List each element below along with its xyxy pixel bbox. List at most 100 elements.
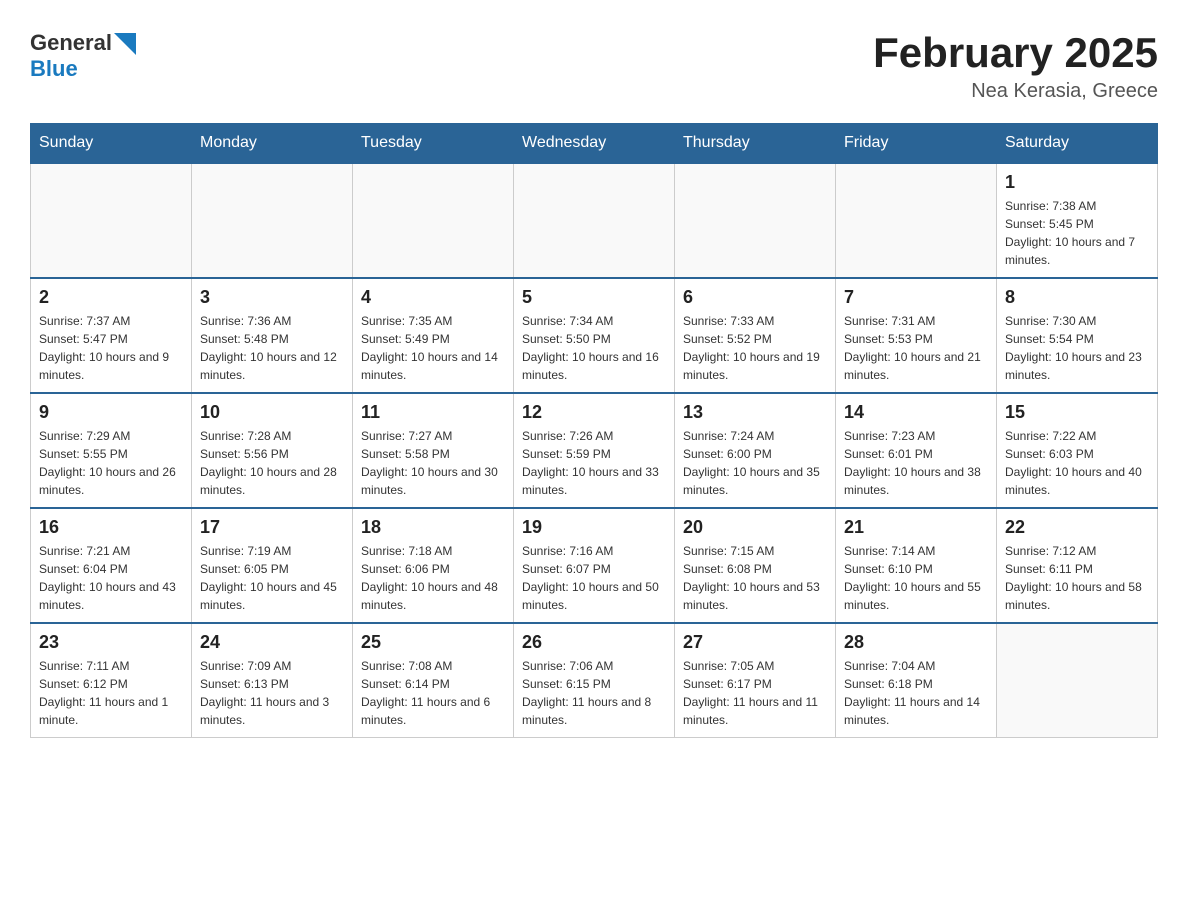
- header-friday: Friday: [836, 124, 997, 164]
- page-header: General Blue February 2025 Nea Kerasia, …: [30, 30, 1158, 103]
- day-number: 25: [361, 632, 505, 653]
- calendar-cell: 2Sunrise: 7:37 AMSunset: 5:47 PMDaylight…: [31, 278, 192, 393]
- day-info: Sunrise: 7:26 AMSunset: 5:59 PMDaylight:…: [522, 427, 666, 499]
- day-info: Sunrise: 7:24 AMSunset: 6:00 PMDaylight:…: [683, 427, 827, 499]
- calendar-cell: 18 Sunrise: 7:18 AMSunset: 6:06 PMDayligh…: [353, 508, 514, 623]
- calendar-cell: 19 Sunrise: 7:16 AMSunset: 6:07 PMDayligh…: [514, 508, 675, 623]
- day-number: 12: [522, 402, 666, 423]
- calendar-cell: 13 Sunrise: 7:24 AMSunset: 6:00 PMDayligh…: [675, 393, 836, 508]
- day-number: 23: [39, 632, 183, 653]
- calendar-cell: 6 Sunrise: 7:33 AMSunset: 5:52 PMDaylight…: [675, 278, 836, 393]
- calendar-cell: 1 Sunrise: 7:38 AMSunset: 5:45 PMDaylight…: [997, 163, 1158, 278]
- header-row: Sunday Monday Tuesday Wednesday Thursday…: [31, 124, 1158, 164]
- day-info: Sunrise: 7:33 AMSunset: 5:52 PMDaylight:…: [683, 312, 827, 384]
- calendar-cell: 24 Sunrise: 7:09 AMSunset: 6:13 PMDayligh…: [192, 623, 353, 738]
- calendar-cell: 10 Sunrise: 7:28 AMSunset: 5:56 PMDayligh…: [192, 393, 353, 508]
- header-saturday: Saturday: [997, 124, 1158, 164]
- calendar-cell: [836, 163, 997, 278]
- calendar-cell: 28 Sunrise: 7:04 AMSunset: 6:18 PMDayligh…: [836, 623, 997, 738]
- day-info: Sunrise: 7:21 AMSunset: 6:04 PMDaylight:…: [39, 542, 183, 614]
- calendar-cell: 26 Sunrise: 7:06 AMSunset: 6:15 PMDayligh…: [514, 623, 675, 738]
- day-number: 5: [522, 287, 666, 308]
- day-number: 2: [39, 287, 183, 308]
- header-thursday: Thursday: [675, 124, 836, 164]
- day-number: 6: [683, 287, 827, 308]
- day-info: Sunrise: 7:05 AMSunset: 6:17 PMDaylight:…: [683, 657, 827, 729]
- day-number: 26: [522, 632, 666, 653]
- calendar-cell: 15 Sunrise: 7:22 AMSunset: 6:03 PMDayligh…: [997, 393, 1158, 508]
- day-number: 22: [1005, 517, 1149, 538]
- day-info: Sunrise: 7:27 AMSunset: 5:58 PMDaylight:…: [361, 427, 505, 499]
- calendar-cell: 17Sunrise: 7:19 AMSunset: 6:05 PMDayligh…: [192, 508, 353, 623]
- day-number: 9: [39, 402, 183, 423]
- day-info: Sunrise: 7:34 AMSunset: 5:50 PMDaylight:…: [522, 312, 666, 384]
- logo: General Blue: [30, 30, 136, 82]
- month-title: February 2025: [873, 30, 1158, 76]
- logo-triangle-icon: [114, 33, 136, 55]
- day-info: Sunrise: 7:06 AMSunset: 6:15 PMDaylight:…: [522, 657, 666, 729]
- calendar-cell: 3 Sunrise: 7:36 AMSunset: 5:48 PMDaylight…: [192, 278, 353, 393]
- day-info: Sunrise: 7:38 AMSunset: 5:45 PMDaylight:…: [1005, 197, 1149, 269]
- location-text: Nea Kerasia, Greece: [873, 80, 1158, 103]
- day-info: Sunrise: 7:08 AMSunset: 6:14 PMDaylight:…: [361, 657, 505, 729]
- calendar-cell: 23 Sunrise: 7:11 AMSunset: 6:12 PMDayligh…: [31, 623, 192, 738]
- day-info: Sunrise: 7:09 AMSunset: 6:13 PMDaylight:…: [200, 657, 344, 729]
- calendar-cell: 5 Sunrise: 7:34 AMSunset: 5:50 PMDaylight…: [514, 278, 675, 393]
- day-number: 1: [1005, 172, 1149, 193]
- calendar-cell: 16 Sunrise: 7:21 AMSunset: 6:04 PMDayligh…: [31, 508, 192, 623]
- header-wednesday: Wednesday: [514, 124, 675, 164]
- day-number: 24: [200, 632, 344, 653]
- header-monday: Monday: [192, 124, 353, 164]
- day-info: Sunrise: 7:35 AMSunset: 5:49 PMDaylight:…: [361, 312, 505, 384]
- header-sunday: Sunday: [31, 124, 192, 164]
- day-number: 11: [361, 402, 505, 423]
- title-section: February 2025 Nea Kerasia, Greece: [873, 30, 1158, 103]
- calendar-cell: [31, 163, 192, 278]
- day-number: 28: [844, 632, 988, 653]
- calendar-cell: 21 Sunrise: 7:14 AMSunset: 6:10 PMDayligh…: [836, 508, 997, 623]
- calendar-body: 1 Sunrise: 7:38 AMSunset: 5:45 PMDaylight…: [31, 163, 1158, 738]
- day-info: Sunrise: 7:28 AMSunset: 5:56 PMDaylight:…: [200, 427, 344, 499]
- calendar-cell: 11 Sunrise: 7:27 AMSunset: 5:58 PMDayligh…: [353, 393, 514, 508]
- day-info: Sunrise: 7:22 AMSunset: 6:03 PMDaylight:…: [1005, 427, 1149, 499]
- calendar-cell: [675, 163, 836, 278]
- calendar-cell: [192, 163, 353, 278]
- day-number: 10: [200, 402, 344, 423]
- logo-general-text: General: [30, 30, 112, 56]
- day-number: 21: [844, 517, 988, 538]
- week-row-5: 23 Sunrise: 7:11 AMSunset: 6:12 PMDayligh…: [31, 623, 1158, 738]
- week-row-4: 16 Sunrise: 7:21 AMSunset: 6:04 PMDayligh…: [31, 508, 1158, 623]
- day-info: Sunrise: 7:29 AMSunset: 5:55 PMDaylight:…: [39, 427, 183, 499]
- day-number: 3: [200, 287, 344, 308]
- day-info: Sunrise: 7:16 AMSunset: 6:07 PMDaylight:…: [522, 542, 666, 614]
- calendar-cell: 8 Sunrise: 7:30 AMSunset: 5:54 PMDaylight…: [997, 278, 1158, 393]
- day-number: 15: [1005, 402, 1149, 423]
- day-number: 20: [683, 517, 827, 538]
- calendar-header: Sunday Monday Tuesday Wednesday Thursday…: [31, 124, 1158, 164]
- calendar-cell: 4Sunrise: 7:35 AMSunset: 5:49 PMDaylight…: [353, 278, 514, 393]
- day-number: 13: [683, 402, 827, 423]
- day-number: 8: [1005, 287, 1149, 308]
- day-info: Sunrise: 7:23 AMSunset: 6:01 PMDaylight:…: [844, 427, 988, 499]
- day-info: Sunrise: 7:30 AMSunset: 5:54 PMDaylight:…: [1005, 312, 1149, 384]
- day-info: Sunrise: 7:18 AMSunset: 6:06 PMDaylight:…: [361, 542, 505, 614]
- calendar-table: Sunday Monday Tuesday Wednesday Thursday…: [30, 123, 1158, 738]
- day-info: Sunrise: 7:31 AMSunset: 5:53 PMDaylight:…: [844, 312, 988, 384]
- calendar-cell: 20Sunrise: 7:15 AMSunset: 6:08 PMDayligh…: [675, 508, 836, 623]
- week-row-1: 1 Sunrise: 7:38 AMSunset: 5:45 PMDaylight…: [31, 163, 1158, 278]
- day-info: Sunrise: 7:36 AMSunset: 5:48 PMDaylight:…: [200, 312, 344, 384]
- calendar-cell: 14Sunrise: 7:23 AMSunset: 6:01 PMDayligh…: [836, 393, 997, 508]
- day-number: 16: [39, 517, 183, 538]
- day-number: 19: [522, 517, 666, 538]
- calendar-cell: [997, 623, 1158, 738]
- day-number: 18: [361, 517, 505, 538]
- calendar-cell: 27 Sunrise: 7:05 AMSunset: 6:17 PMDayligh…: [675, 623, 836, 738]
- day-info: Sunrise: 7:04 AMSunset: 6:18 PMDaylight:…: [844, 657, 988, 729]
- day-info: Sunrise: 7:14 AMSunset: 6:10 PMDaylight:…: [844, 542, 988, 614]
- day-number: 27: [683, 632, 827, 653]
- calendar-cell: 9 Sunrise: 7:29 AMSunset: 5:55 PMDaylight…: [31, 393, 192, 508]
- day-info: Sunrise: 7:11 AMSunset: 6:12 PMDaylight:…: [39, 657, 183, 729]
- calendar-cell: 12 Sunrise: 7:26 AMSunset: 5:59 PMDayligh…: [514, 393, 675, 508]
- week-row-3: 9 Sunrise: 7:29 AMSunset: 5:55 PMDaylight…: [31, 393, 1158, 508]
- logo-blue-text: Blue: [30, 56, 78, 82]
